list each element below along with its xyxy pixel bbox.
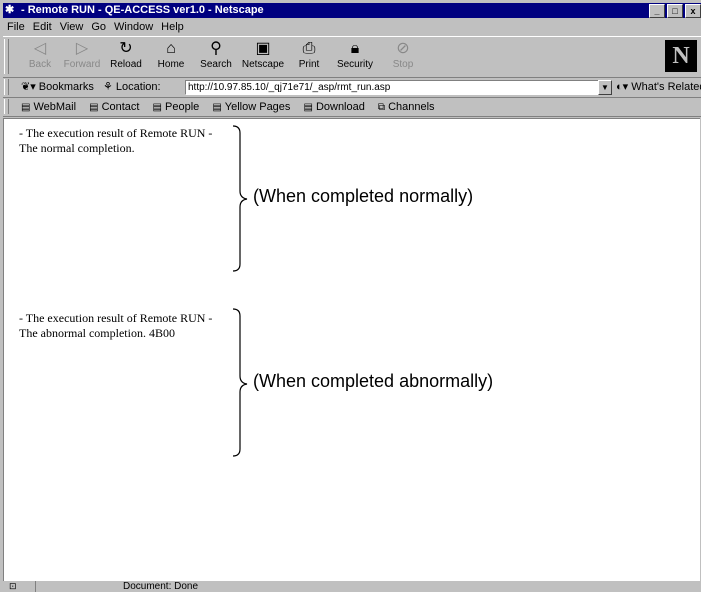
location-label-group: ⚘ Location: xyxy=(103,78,161,97)
bookmark-page-icon: ▤ xyxy=(89,102,99,113)
result-message: The abnormal completion. 4B00 xyxy=(19,326,175,340)
result-heading: - The execution result of Remote RUN - xyxy=(19,126,213,140)
annotation-abnormal: (When completed abnormally) xyxy=(253,371,494,391)
location-label: Location: xyxy=(115,81,161,93)
toolbar-grip[interactable] xyxy=(4,39,9,74)
menu-view[interactable]: View xyxy=(56,19,88,35)
home-button[interactable]: ⌂ Home xyxy=(148,39,194,75)
menu-file[interactable]: File xyxy=(3,19,29,35)
netscape-label: Netscape xyxy=(241,59,285,70)
bookmark-page-icon: ▤ xyxy=(303,102,313,113)
forward-label: Forward xyxy=(63,59,101,70)
close-button[interactable]: x xyxy=(685,4,701,18)
back-label: Back xyxy=(28,59,52,70)
people-label: People xyxy=(165,101,200,113)
security-label: Security xyxy=(336,59,374,70)
status-bar: ⊡ Document: Done xyxy=(3,581,701,592)
bookmarks-icon: ❦▾ xyxy=(21,81,39,93)
webmail-label: WebMail xyxy=(33,101,77,113)
result-normal: - The execution result of Remote RUN - T… xyxy=(19,126,212,156)
menu-go[interactable]: Go xyxy=(87,19,110,35)
contact-label: Contact xyxy=(101,101,140,113)
download-label: Download xyxy=(315,101,365,113)
forward-button[interactable]: ▷ Forward xyxy=(59,39,105,75)
reload-label: Reload xyxy=(110,59,142,70)
personal-toolbar: ▤ WebMail ▤ Contact ▤ People ▤ Yellow Pages … xyxy=(3,98,701,117)
reload-button[interactable]: ↻ Reload xyxy=(103,39,149,75)
bookmarks-button[interactable]: ❦▾ Bookmarks xyxy=(21,78,94,97)
window-title: - Remote RUN - QE-ACCESS ver1.0 - Netsca… xyxy=(21,4,264,16)
search-button[interactable]: ⚲ Search xyxy=(193,39,239,75)
netscape-icon: ▣ xyxy=(255,40,271,57)
print-button[interactable]: ⎙ Print xyxy=(286,39,332,75)
status-divider xyxy=(35,581,36,592)
back-arrow-icon: ◁ xyxy=(33,40,47,57)
print-label: Print xyxy=(298,59,320,70)
personal-items: ▤ WebMail ▤ Contact ▤ People ▤ Yellow Pages … xyxy=(21,98,445,117)
annotation-normal: (When completed normally) xyxy=(253,186,474,206)
menu-help[interactable]: Help xyxy=(157,19,188,35)
channels-label: Channels xyxy=(388,101,435,113)
stop-icon: ⊘ xyxy=(396,40,410,57)
webmail-link[interactable]: ▤ WebMail xyxy=(21,98,76,117)
reload-icon: ↻ xyxy=(119,40,133,57)
menu-edit[interactable]: Edit xyxy=(29,19,56,35)
search-label: Search xyxy=(200,59,232,70)
app-icon[interactable]: ✱ xyxy=(5,4,18,17)
location-grip[interactable] xyxy=(4,79,9,95)
whats-related-button[interactable]: ◐▾ What's Related xyxy=(616,78,701,97)
brace-abnormal xyxy=(232,308,248,457)
window-controls: _ □ x xyxy=(647,4,701,18)
page-content: - The execution result of Remote RUN - T… xyxy=(3,118,700,581)
bookmark-page-icon: ▤ xyxy=(212,102,222,113)
home-icon: ⌂ xyxy=(166,40,176,57)
netscape-button[interactable]: ▣ Netscape xyxy=(240,39,286,75)
brace-normal xyxy=(232,125,248,272)
menu-bar: File Edit View Go Window Help xyxy=(3,19,701,35)
personal-grip[interactable] xyxy=(4,99,9,114)
back-button[interactable]: ◁ Back xyxy=(17,39,63,75)
channels-icon: ⧉ xyxy=(377,102,386,113)
result-message: The normal completion. xyxy=(19,141,135,155)
bookmark-page-icon: ▤ xyxy=(21,102,31,113)
url-dropdown-button[interactable]: ▼ xyxy=(598,80,612,95)
download-link[interactable]: ▤ Download xyxy=(303,98,364,117)
people-link[interactable]: ▤ People xyxy=(153,98,200,117)
connection-status-icon[interactable]: ⊡ xyxy=(9,581,17,592)
maximize-button[interactable]: □ xyxy=(667,4,683,18)
forward-arrow-icon: ▷ xyxy=(75,40,89,57)
stop-button[interactable]: ⊘ Stop xyxy=(380,39,426,75)
contact-link[interactable]: ▤ Contact xyxy=(89,98,139,117)
minimize-button[interactable]: _ xyxy=(649,4,665,18)
whats-related-label: What's Related xyxy=(631,81,701,93)
menu-window[interactable]: Window xyxy=(110,19,157,35)
security-button[interactable]: 🔒︎ Security xyxy=(332,39,378,75)
yellow-pages-label: Yellow Pages xyxy=(224,101,291,113)
location-icon[interactable]: ⚘ xyxy=(103,81,116,93)
whats-related-icon: ◐▾ xyxy=(616,81,632,93)
yellow-pages-link[interactable]: ▤ Yellow Pages xyxy=(212,98,290,117)
result-heading: - The execution result of Remote RUN - xyxy=(19,311,213,325)
browser-window: ✱ - Remote RUN - QE-ACCESS ver1.0 - Nets… xyxy=(0,0,701,592)
bookmark-page-icon: ▤ xyxy=(152,102,162,113)
status-text: Document: Done xyxy=(123,581,199,592)
print-icon: ⎙ xyxy=(302,40,316,57)
bookmarks-label: Bookmarks xyxy=(38,81,94,93)
channels-link[interactable]: ⧉ Channels xyxy=(378,98,435,117)
location-url-field[interactable]: http://10.97.85.10/_qj71e71/_asp/rmt_run… xyxy=(185,80,601,95)
title-bar[interactable]: ✱ - Remote RUN - QE-ACCESS ver1.0 - Nets… xyxy=(3,3,701,18)
security-lock-icon: 🔒︎ xyxy=(350,40,360,57)
home-label: Home xyxy=(157,59,185,70)
location-toolbar: ❦▾ Bookmarks ⚘ Location: http://10.97.85… xyxy=(3,78,701,98)
result-abnormal: - The execution result of Remote RUN - T… xyxy=(19,311,212,341)
search-icon: ⚲ xyxy=(210,40,222,57)
stop-label: Stop xyxy=(392,59,414,70)
navigation-toolbar: ◁ Back ▷ Forward ↻ Reload ⌂ Home ⚲ Searc… xyxy=(3,36,701,78)
netscape-logo[interactable]: N xyxy=(665,40,697,72)
